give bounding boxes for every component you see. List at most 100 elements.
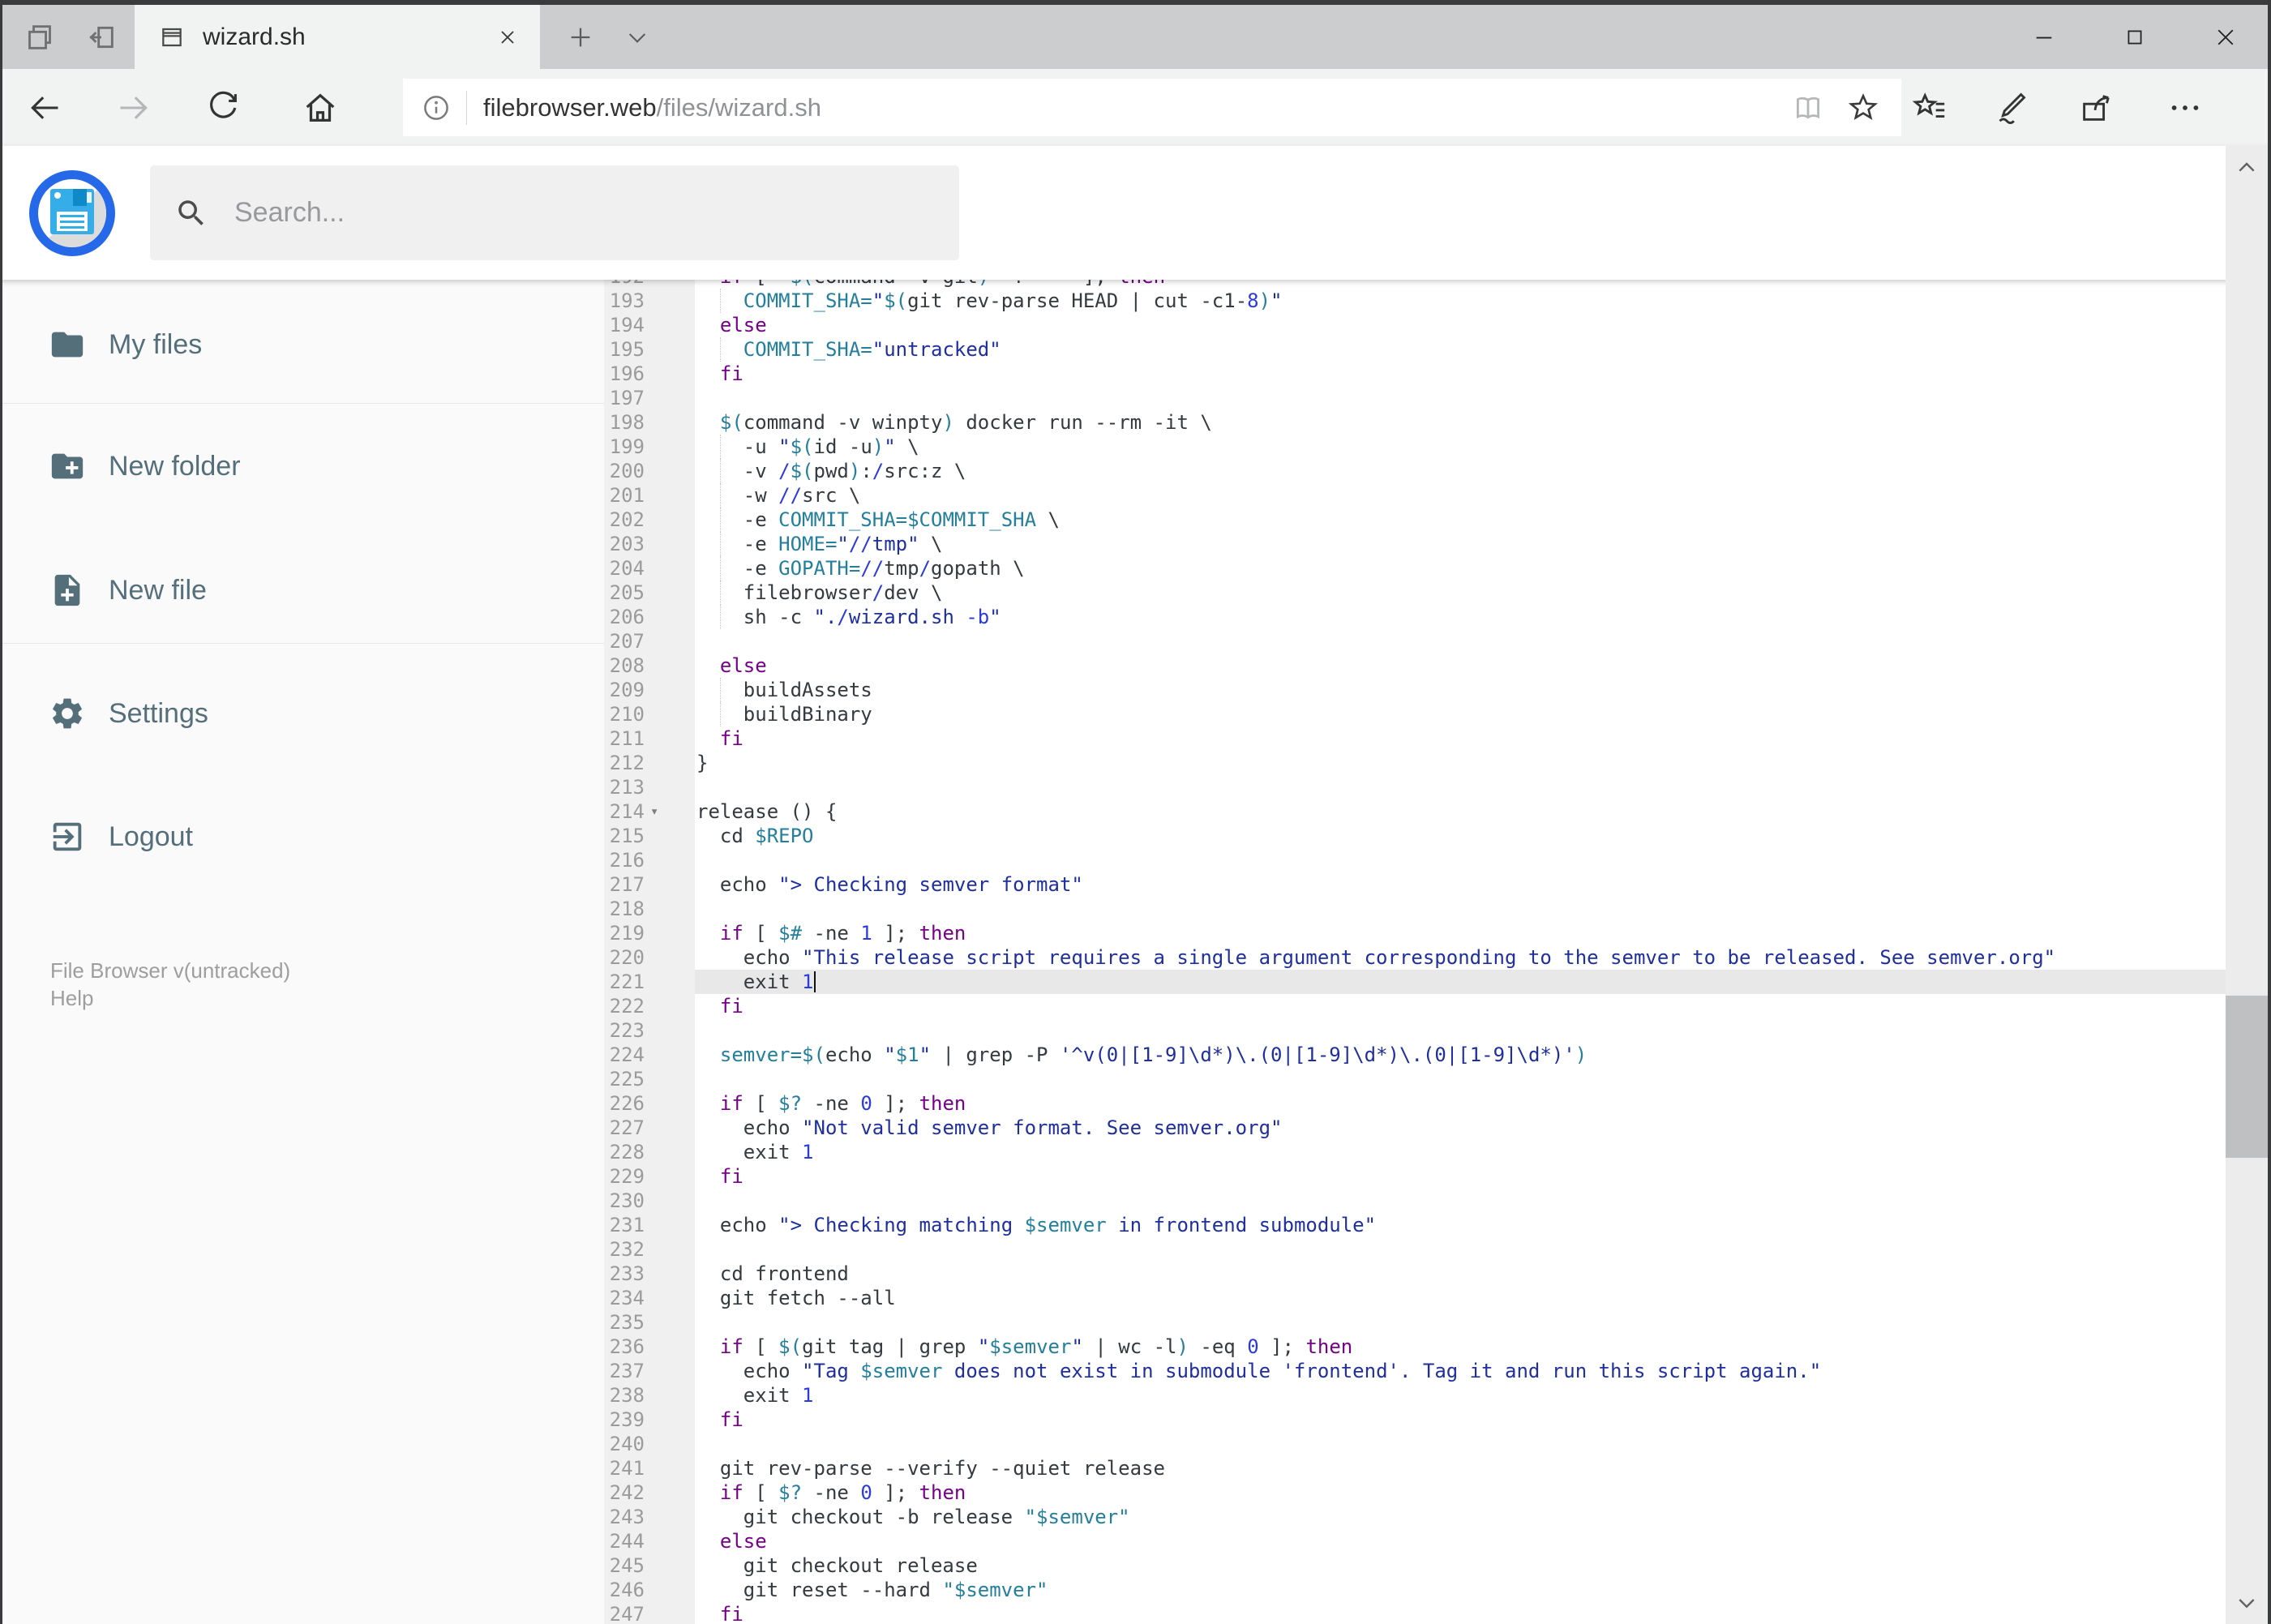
code-line[interactable]: 221 exit 1 bbox=[604, 970, 2226, 994]
code-line[interactable]: 223 bbox=[604, 1018, 2226, 1043]
code-line[interactable]: 241 git rev-parse --verify --quiet relea… bbox=[604, 1456, 2226, 1480]
filebrowser-logo[interactable] bbox=[29, 170, 115, 256]
code-line[interactable]: 213 bbox=[604, 775, 2226, 799]
hub-button[interactable] bbox=[1905, 69, 1954, 146]
code-line[interactable]: 216 bbox=[604, 848, 2226, 872]
minimize-button[interactable] bbox=[1999, 5, 2089, 69]
code-line[interactable]: 211 fi bbox=[604, 726, 2226, 751]
new-tab-button[interactable] bbox=[558, 5, 603, 69]
code-line[interactable]: 210 buildBinary bbox=[604, 702, 2226, 726]
code-line[interactable]: 203 -e HOME="//tmp" \ bbox=[604, 532, 2226, 556]
sidebar-item-label: My files bbox=[109, 328, 203, 360]
code-line[interactable]: 232 bbox=[604, 1237, 2226, 1262]
page-scrollbar[interactable] bbox=[2226, 146, 2268, 1624]
code-line[interactable]: 217 echo "> Checking semver format" bbox=[604, 872, 2226, 897]
tab-list-chevron-button[interactable] bbox=[615, 5, 660, 69]
code-line[interactable]: 240 bbox=[604, 1432, 2226, 1456]
code-line[interactable]: 237 echo "Tag $semver does not exist in … bbox=[604, 1359, 2226, 1383]
sidebar-item-settings[interactable]: Settings bbox=[0, 681, 604, 746]
sidebar-item-my-files[interactable]: My files bbox=[0, 312, 604, 377]
browser-tab[interactable]: wizard.sh bbox=[135, 5, 540, 69]
share-page-button[interactable] bbox=[2072, 69, 2120, 146]
code-line[interactable]: 196 fi bbox=[604, 362, 2226, 386]
code-line[interactable]: 236 if [ $(git tag | grep "$semver" | wc… bbox=[604, 1335, 2226, 1359]
forward-button[interactable] bbox=[109, 69, 158, 146]
code-line[interactable]: 246 git reset --hard "$semver" bbox=[604, 1578, 2226, 1602]
code-line[interactable]: 218 bbox=[604, 897, 2226, 921]
scrollbar-thumb[interactable] bbox=[2226, 996, 2268, 1158]
code-line[interactable]: 208 else bbox=[604, 653, 2226, 678]
fold-marker-icon[interactable]: ▾ bbox=[645, 799, 695, 824]
code-editor[interactable]: 192 if [ "$(command -v git)" != "" ]; th… bbox=[604, 280, 2226, 1624]
fold-gutter bbox=[645, 1578, 695, 1602]
code-line[interactable]: 239 fi bbox=[604, 1408, 2226, 1432]
code-line[interactable]: 228 exit 1 bbox=[604, 1140, 2226, 1164]
code-line[interactable]: 195 COMMIT_SHA="untracked" bbox=[604, 337, 2226, 362]
code-line[interactable]: 234 git fetch --all bbox=[604, 1286, 2226, 1310]
code-line[interactable]: 245 git checkout release bbox=[604, 1553, 2226, 1578]
more-options-button[interactable] bbox=[2161, 69, 2209, 146]
favorite-star-button[interactable] bbox=[1846, 91, 1880, 125]
code-line[interactable]: 200 -v /$(pwd):/src:z \ bbox=[604, 459, 2226, 483]
code-line[interactable]: 247 fi bbox=[604, 1602, 2226, 1624]
maximize-button[interactable] bbox=[2089, 5, 2180, 69]
close-window-button[interactable] bbox=[2180, 5, 2271, 69]
back-button[interactable] bbox=[20, 69, 69, 146]
code-line[interactable]: 225 bbox=[604, 1067, 2226, 1091]
scroll-down-button[interactable] bbox=[2226, 1585, 2268, 1621]
code-line[interactable]: 201 -w //src \ bbox=[604, 483, 2226, 508]
code-line[interactable]: 209 buildAssets bbox=[604, 678, 2226, 702]
help-link[interactable]: Help bbox=[50, 984, 290, 1012]
reading-view-button[interactable] bbox=[1791, 91, 1825, 125]
set-tabs-aside-button[interactable] bbox=[78, 5, 125, 69]
code-line[interactable]: 214 ▾ release () { bbox=[604, 799, 2226, 824]
search-bar[interactable] bbox=[150, 165, 959, 260]
code-line[interactable]: 192 if [ "$(command -v git)" != "" ]; th… bbox=[604, 280, 2226, 289]
code-line[interactable]: 230 bbox=[604, 1189, 2226, 1213]
code-line[interactable]: 238 exit 1 bbox=[604, 1383, 2226, 1408]
url-bar[interactable]: filebrowser.web/files/wizard.sh bbox=[403, 79, 1901, 136]
scroll-up-button[interactable] bbox=[2226, 149, 2268, 185]
code-line[interactable]: 215 cd $REPO bbox=[604, 824, 2226, 848]
code-line[interactable]: 229 fi bbox=[604, 1164, 2226, 1189]
code-line[interactable]: 222 fi bbox=[604, 994, 2226, 1018]
code-line[interactable]: 199 -u "$(id -u)" \ bbox=[604, 435, 2226, 459]
code-line[interactable]: 242 if [ $? -ne 0 ]; then bbox=[604, 1480, 2226, 1505]
annotate-button[interactable] bbox=[1986, 69, 2035, 146]
tab-close-icon[interactable] bbox=[496, 26, 519, 49]
search-input[interactable] bbox=[234, 197, 959, 229]
code-line[interactable]: 204 -e GOPATH=//tmp/gopath \ bbox=[604, 556, 2226, 581]
code-line[interactable]: 220 echo "This release script requires a… bbox=[604, 945, 2226, 970]
code-line[interactable]: 244 else bbox=[604, 1529, 2226, 1553]
code-line[interactable]: 207 bbox=[604, 629, 2226, 653]
fold-gutter bbox=[645, 1359, 695, 1383]
code-line[interactable]: 198 $(command -v winpty) docker run --rm… bbox=[604, 410, 2226, 435]
line-number: 235 bbox=[609, 1311, 645, 1334]
text-cursor bbox=[813, 971, 816, 992]
sidebar-item-new-folder[interactable]: New folder bbox=[0, 434, 604, 499]
sidebar-item-logout[interactable]: Logout bbox=[0, 804, 604, 869]
code-line[interactable]: 194 else bbox=[604, 313, 2226, 337]
tab-preview-button[interactable] bbox=[16, 5, 63, 69]
code-line[interactable]: 235 bbox=[604, 1310, 2226, 1335]
site-info-icon[interactable] bbox=[421, 92, 452, 123]
code-line[interactable]: 243 git checkout -b release "$semver" bbox=[604, 1505, 2226, 1529]
sidebar-item-new-file[interactable]: New file bbox=[0, 558, 604, 623]
code-line[interactable]: 193 COMMIT_SHA="$(git rev-parse HEAD | c… bbox=[604, 289, 2226, 313]
code-line[interactable]: 231 echo "> Checking matching $semver in… bbox=[604, 1213, 2226, 1237]
code-line[interactable]: 212} bbox=[604, 751, 2226, 775]
code-text: git checkout -b release "$semver" bbox=[696, 1506, 1130, 1528]
fold-gutter bbox=[645, 1043, 695, 1067]
code-line[interactable]: 205 filebrowser/dev \ bbox=[604, 581, 2226, 605]
home-button[interactable] bbox=[296, 69, 345, 146]
refresh-button[interactable] bbox=[199, 69, 247, 146]
code-line[interactable]: 197 bbox=[604, 386, 2226, 410]
code-line[interactable]: 224 semver=$(echo "$1" | grep -P '^v(0|[… bbox=[604, 1043, 2226, 1067]
code-line[interactable]: 206 sh -c "./wizard.sh -b" bbox=[604, 605, 2226, 629]
code-line[interactable]: 227 echo "Not valid semver format. See s… bbox=[604, 1116, 2226, 1140]
code-line[interactable]: 219 if [ $# -ne 1 ]; then bbox=[604, 921, 2226, 945]
code-line[interactable]: 202 -e COMMIT_SHA=$COMMIT_SHA \ bbox=[604, 508, 2226, 532]
code-line[interactable]: 233 cd frontend bbox=[604, 1262, 2226, 1286]
code-line[interactable]: 226 if [ $? -ne 0 ]; then bbox=[604, 1091, 2226, 1116]
